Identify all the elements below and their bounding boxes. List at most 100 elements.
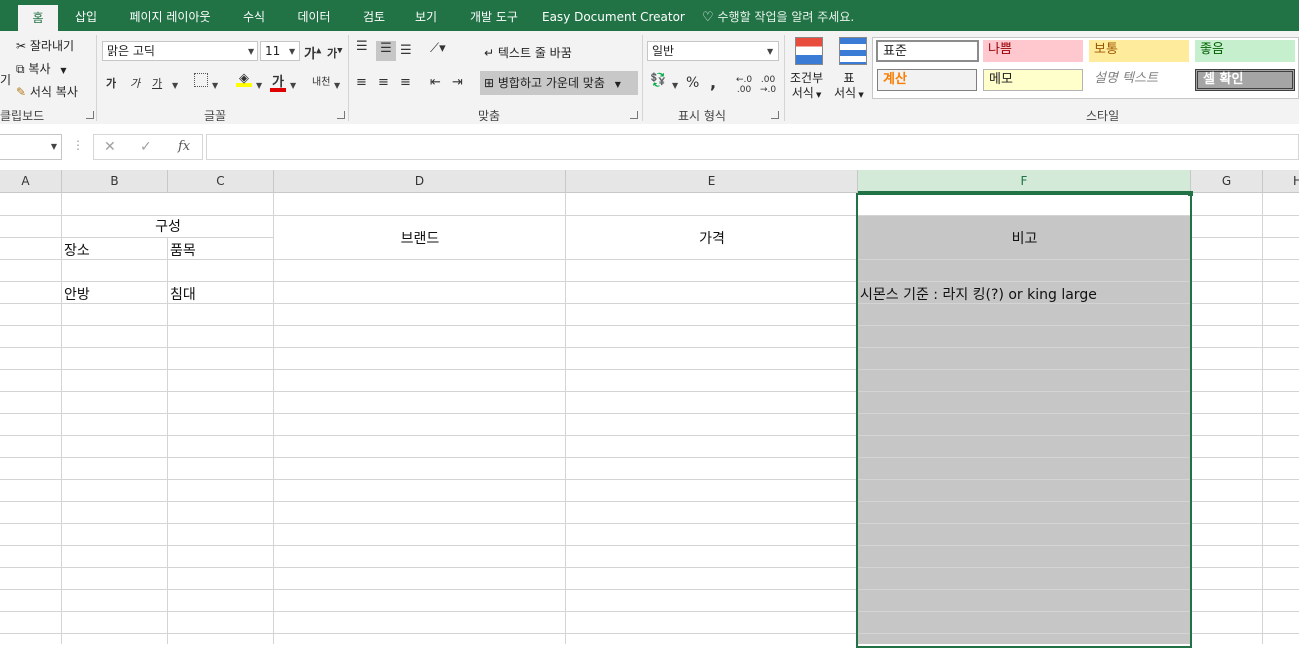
gridline (273, 193, 274, 644)
dialog-launcher-icon[interactable] (771, 111, 779, 119)
chevron-down-icon: ▼ (856, 91, 864, 99)
column-header-e[interactable]: E (566, 170, 858, 192)
wrap-text-icon: ↵ (484, 46, 495, 60)
align-bottom-icon[interactable]: ☰ (400, 43, 412, 58)
formula-input[interactable] (206, 134, 1299, 160)
increase-decimal-icon[interactable]: ←.0.00 (736, 75, 752, 95)
tab-review[interactable]: 검토 (356, 0, 392, 31)
fill-handle[interactable] (1188, 191, 1193, 196)
decrease-decimal-icon[interactable]: .00 →.0 (760, 75, 776, 95)
phonetic-button[interactable]: 내천 (312, 73, 330, 88)
cell-header-composition[interactable]: 구성 (62, 216, 274, 236)
cell-header-item[interactable]: 품목 (170, 240, 196, 260)
format-painter-button[interactable]: ✎ 서식 복사 (16, 83, 78, 100)
dialog-launcher-icon[interactable] (86, 111, 94, 119)
table-format-button[interactable]: 표 서식 ▼ (834, 71, 864, 103)
grow-font-button[interactable]: 가▲ (304, 43, 321, 62)
group-divider (348, 35, 349, 121)
tab-home[interactable]: 홈 (18, 5, 58, 31)
chevron-down-icon: ▼ (256, 81, 263, 90)
borders-button[interactable] (194, 73, 208, 91)
conditional-formatting-button[interactable]: 조건부 서식 ▼ (790, 71, 823, 103)
dialog-launcher-icon[interactable] (630, 111, 638, 119)
gridline (0, 237, 274, 238)
cut-button[interactable]: ✂ 잘라내기 (16, 37, 74, 54)
tab-data[interactable]: 데이터 (290, 0, 338, 31)
dialog-launcher-icon[interactable] (337, 111, 345, 119)
chevron-down-icon: ▼ (334, 81, 341, 90)
more-vertical-icon: ⋮ (72, 138, 84, 152)
orientation-icon[interactable]: ⟋▾ (430, 41, 446, 56)
align-center-icon[interactable]: ≡ (378, 75, 389, 90)
group-label-font: 글꼴 (204, 109, 227, 123)
merge-center-button[interactable]: ⊞ 병합하고 가운데 맞춤 ▼ (480, 71, 638, 95)
tell-me-box[interactable]: ♡ 수행할 작업을 알려 주세요. (702, 0, 854, 31)
cell-header-price[interactable]: 가격 (566, 228, 858, 248)
tab-page-layout[interactable]: 페이지 레이아웃 (120, 0, 220, 31)
name-box[interactable]: ▼ (0, 134, 62, 160)
align-middle-icon[interactable]: ☰ (376, 41, 396, 61)
font-color-button[interactable]: 가 (270, 71, 286, 92)
wrap-text-button[interactable]: ↵ 텍스트 줄 바꿈 (484, 44, 572, 61)
cell-c5[interactable]: 침대 (170, 284, 196, 304)
group-divider (642, 35, 643, 121)
style-explanatory[interactable]: 설명 텍스트 (1089, 69, 1189, 91)
cell-b5[interactable]: 안방 (64, 284, 90, 304)
comma-button[interactable]: , (710, 73, 716, 92)
tab-view[interactable]: 보기 (408, 0, 444, 31)
style-neutral[interactable]: 보통 (1089, 40, 1189, 62)
column-header-a[interactable]: A (0, 170, 62, 192)
tab-insert[interactable]: 삽입 (68, 0, 104, 31)
column-header-f[interactable]: F (858, 170, 1191, 193)
underline-button[interactable]: 가 (152, 75, 162, 91)
conditional-formatting-icon (794, 37, 824, 69)
number-format-select[interactable]: 일반 (647, 41, 779, 61)
bold-button[interactable]: 가 (106, 75, 116, 91)
enter-icon[interactable]: ✓ (140, 139, 152, 155)
tab-developer[interactable]: 개발 도구 (460, 0, 528, 31)
borders-icon (194, 73, 208, 87)
fill-color-button[interactable]: ◈ (236, 71, 252, 87)
chevron-down-icon: ▼ (60, 66, 67, 75)
cell-header-brand[interactable]: 브랜드 (274, 228, 566, 248)
style-normal[interactable]: 표준 (876, 40, 979, 62)
style-note[interactable]: 메모 (983, 69, 1083, 91)
align-top-icon[interactable]: ☰ (356, 39, 368, 54)
gridline (1262, 193, 1263, 644)
cell-header-location[interactable]: 장소 (64, 240, 90, 260)
gridline (565, 193, 566, 644)
cancel-icon[interactable]: ✕ (104, 139, 116, 155)
currency-icon[interactable]: 💱 (650, 73, 666, 88)
column-header-g[interactable]: G (1191, 170, 1263, 192)
chevron-down-icon: ▼ (172, 81, 179, 90)
copy-icon: ⧉ (16, 62, 25, 76)
style-calculation[interactable]: 계산 (877, 69, 977, 91)
tab-easy-document-creator[interactable]: Easy Document Creator (542, 0, 685, 31)
chevron-down-icon: ▼ (813, 91, 822, 99)
tab-formulas[interactable]: 수식 (236, 0, 272, 31)
column-header-h[interactable]: H (1263, 170, 1299, 192)
group-label-clipboard: 클립보드 (0, 109, 45, 123)
column-headers: A B C D E F G H (0, 170, 1299, 193)
insert-function-icon[interactable]: fx (178, 139, 190, 154)
decrease-indent-icon[interactable]: ⇤ (430, 75, 441, 90)
gridline (167, 237, 168, 644)
style-bad[interactable]: 나쁨 (983, 40, 1083, 62)
font-name-select[interactable]: 맑은 고딕 (102, 41, 258, 61)
group-divider (96, 35, 97, 121)
gridline (61, 193, 62, 644)
column-header-b[interactable]: B (62, 170, 168, 192)
align-right-icon[interactable]: ≡ (400, 75, 411, 90)
tell-me-text: 수행할 작업을 알려 주세요. (717, 10, 855, 24)
style-good[interactable]: 좋음 (1195, 40, 1295, 62)
align-left-icon[interactable]: ≡ (356, 75, 367, 90)
column-header-c[interactable]: C (168, 170, 274, 192)
style-check-cell[interactable]: 셀 확인 (1195, 69, 1295, 91)
percent-button[interactable]: % (686, 75, 699, 91)
increase-indent-icon[interactable]: ⇥ (452, 75, 463, 90)
shrink-font-button[interactable]: 가▼ (327, 45, 343, 61)
copy-button[interactable]: ⧉ 복사 ▼ (16, 60, 66, 77)
column-header-d[interactable]: D (274, 170, 566, 192)
paste-label-partial[interactable]: 기 (0, 71, 11, 88)
italic-button[interactable]: 가 (130, 75, 140, 91)
